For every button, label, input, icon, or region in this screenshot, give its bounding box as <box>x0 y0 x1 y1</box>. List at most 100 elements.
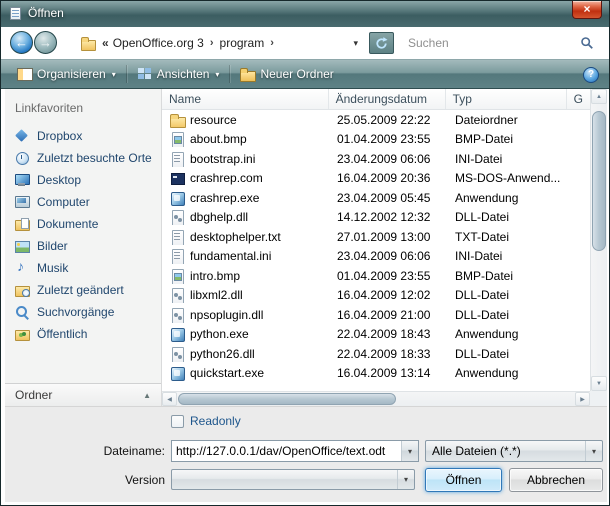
scroll-left-button[interactable]: ◀ <box>162 392 177 406</box>
close-button[interactable]: × <box>572 1 602 19</box>
file-name: resource <box>190 113 237 127</box>
recent-places-icon <box>14 150 31 166</box>
sidebar-item-documents[interactable]: Dokumente <box>5 213 161 235</box>
column-header-type[interactable]: Typ <box>446 89 567 109</box>
recently-changed-icon <box>14 282 31 298</box>
horizontal-scroll-thumb[interactable] <box>178 393 396 405</box>
filename-input[interactable] <box>172 441 401 461</box>
file-date: 16.04.2009 12:02 <box>330 288 448 302</box>
file-name: crashrep.com <box>190 171 263 185</box>
file-date: 01.04.2009 23:55 <box>330 269 448 283</box>
refresh-button[interactable] <box>369 32 394 54</box>
forward-button[interactable]: → <box>34 31 57 54</box>
file-row[interactable]: about.bmp 01.04.2009 23:55 BMP-Datei <box>162 130 590 150</box>
file-row[interactable]: resource 25.05.2009 22:22 Dateiordner <box>162 110 590 130</box>
file-name: quickstart.exe <box>190 366 264 380</box>
column-header-date[interactable]: Änderungsdatum <box>329 89 446 109</box>
file-row[interactable]: npsoplugin.dll 16.04.2009 21:00 DLL-Date… <box>162 305 590 325</box>
filename-combobox[interactable]: ▾ <box>171 440 419 462</box>
help-button[interactable]: ? <box>583 67 599 83</box>
file-name: fundamental.ini <box>190 249 271 263</box>
desktop-icon <box>14 172 31 188</box>
file-name: intro.bmp <box>190 269 240 283</box>
views-label: Ansichten <box>157 67 210 81</box>
file-row[interactable]: python.exe 22.04.2009 18:43 Anwendung <box>162 325 590 345</box>
readonly-checkbox[interactable] <box>171 415 184 428</box>
file-date: 16.04.2009 21:00 <box>330 308 448 322</box>
dll-file-icon <box>169 307 186 323</box>
file-row[interactable]: bootstrap.ini 23.04.2009 06:06 INI-Datei <box>162 149 590 169</box>
file-type: DLL-Datei <box>448 308 570 322</box>
search-input[interactable] <box>408 36 580 50</box>
column-header-size[interactable]: G <box>567 89 590 109</box>
folders-expander[interactable]: Ordner ▲ <box>5 383 161 406</box>
file-row[interactable]: quickstart.exe 16.04.2009 13:14 Anwendun… <box>162 364 590 384</box>
filename-dropdown-button[interactable]: ▾ <box>401 441 418 461</box>
breadcrumb-segment[interactable]: program <box>220 36 265 50</box>
sidebar-item-label: Desktop <box>37 173 81 187</box>
back-button[interactable]: ← <box>10 31 33 54</box>
new-folder-button[interactable]: Neuer Ordner <box>230 62 343 86</box>
scroll-right-button[interactable]: ▶ <box>575 392 590 406</box>
sidebar-item-music[interactable]: Musik <box>5 257 161 279</box>
file-row[interactable]: fundamental.ini 23.04.2009 06:06 INI-Dat… <box>162 247 590 267</box>
column-header-name[interactable]: Name <box>162 89 329 109</box>
file-type: INI-Datei <box>448 249 570 263</box>
version-select[interactable]: ▾ <box>171 469 415 490</box>
scroll-down-button[interactable]: ▼ <box>591 376 607 391</box>
sidebar: Linkfavoriten Dropbox Zuletzt besuchte O… <box>5 89 162 406</box>
dropbox-icon <box>14 128 31 144</box>
horizontal-scrollbar[interactable]: ◀ ▶ <box>162 391 590 406</box>
file-row[interactable]: python26.dll 22.04.2009 18:33 DLL-Datei <box>162 344 590 364</box>
navigation-bar: ← → « OpenOffice.org 3 › program › ▾ <box>1 27 609 59</box>
filetype-value: Alle Dateien (*.*) <box>426 444 585 458</box>
file-name: python26.dll <box>190 347 255 361</box>
application-icon <box>169 190 186 206</box>
file-date: 22.04.2009 18:33 <box>330 347 448 361</box>
address-dropdown-caret[interactable]: ▾ <box>353 38 358 49</box>
file-name: desktophelper.txt <box>190 230 281 244</box>
chevron-right-icon: › <box>270 37 274 49</box>
file-row[interactable]: desktophelper.txt 27.01.2009 13:00 TXT-D… <box>162 227 590 247</box>
file-type: Anwendung <box>448 327 570 341</box>
views-button[interactable]: Ansichten ▾ <box>127 62 230 86</box>
file-row[interactable]: crashrep.com 16.04.2009 20:36 MS-DOS-Anw… <box>162 169 590 189</box>
organize-button[interactable]: Organisieren ▾ <box>7 62 126 86</box>
breadcrumb-segment[interactable]: OpenOffice.org 3 <box>113 36 204 50</box>
file-row[interactable]: intro.bmp 01.04.2009 23:55 BMP-Datei <box>162 266 590 286</box>
file-row[interactable]: crashrep.exe 23.04.2009 05:45 Anwendung <box>162 188 590 208</box>
breadcrumb[interactable]: « OpenOffice.org 3 › program › ▾ <box>75 32 365 54</box>
sidebar-item-pictures[interactable]: Bilder <box>5 235 161 257</box>
searches-icon <box>14 304 31 320</box>
open-dialog: Öffnen × ← → « OpenOffice.org 3 › progra… <box>0 0 610 506</box>
readonly-label[interactable]: Readonly <box>190 414 241 428</box>
sidebar-item-desktop[interactable]: Desktop <box>5 169 161 191</box>
sidebar-item-computer[interactable]: Computer <box>5 191 161 213</box>
sidebar-item-recent-places[interactable]: Zuletzt besuchte Orte <box>5 147 161 169</box>
sidebar-item-searches[interactable]: Suchvorgänge <box>5 301 161 323</box>
filename-label: Dateiname: <box>5 444 165 458</box>
scroll-up-button[interactable]: ▲ <box>591 89 607 104</box>
public-icon <box>14 326 31 342</box>
file-row[interactable]: libxml2.dll 16.04.2009 12:02 DLL-Datei <box>162 286 590 306</box>
file-row[interactable]: dbghelp.dll 14.12.2002 12:32 DLL-Datei <box>162 208 590 228</box>
version-label: Version <box>5 473 165 487</box>
titlebar: Öffnen × <box>1 1 609 27</box>
file-name: dbghelp.dll <box>190 210 248 224</box>
sidebar-item-recently-changed[interactable]: Zuletzt geändert <box>5 279 161 301</box>
sidebar-item-dropbox[interactable]: Dropbox <box>5 125 161 147</box>
file-type: Dateiordner <box>448 113 570 127</box>
vertical-scroll-thumb[interactable] <box>592 111 606 251</box>
search-box[interactable] <box>402 32 600 54</box>
bmp-file-icon <box>169 268 186 284</box>
breadcrumb-overflow-chevron[interactable]: « <box>102 36 109 50</box>
file-name: bootstrap.ini <box>190 152 255 166</box>
sidebar-item-public[interactable]: Öffentlich <box>5 323 161 345</box>
chevron-down-icon: ▾ <box>585 441 602 461</box>
open-button[interactable]: Öffnen <box>425 468 502 492</box>
cancel-button[interactable]: Abbrechen <box>509 468 603 492</box>
vertical-scrollbar[interactable]: ▲ ▼ <box>590 89 607 391</box>
sidebar-item-label: Suchvorgänge <box>37 305 114 319</box>
sidebar-item-label: Dropbox <box>37 129 82 143</box>
filetype-select[interactable]: Alle Dateien (*.*) ▾ <box>425 440 603 462</box>
